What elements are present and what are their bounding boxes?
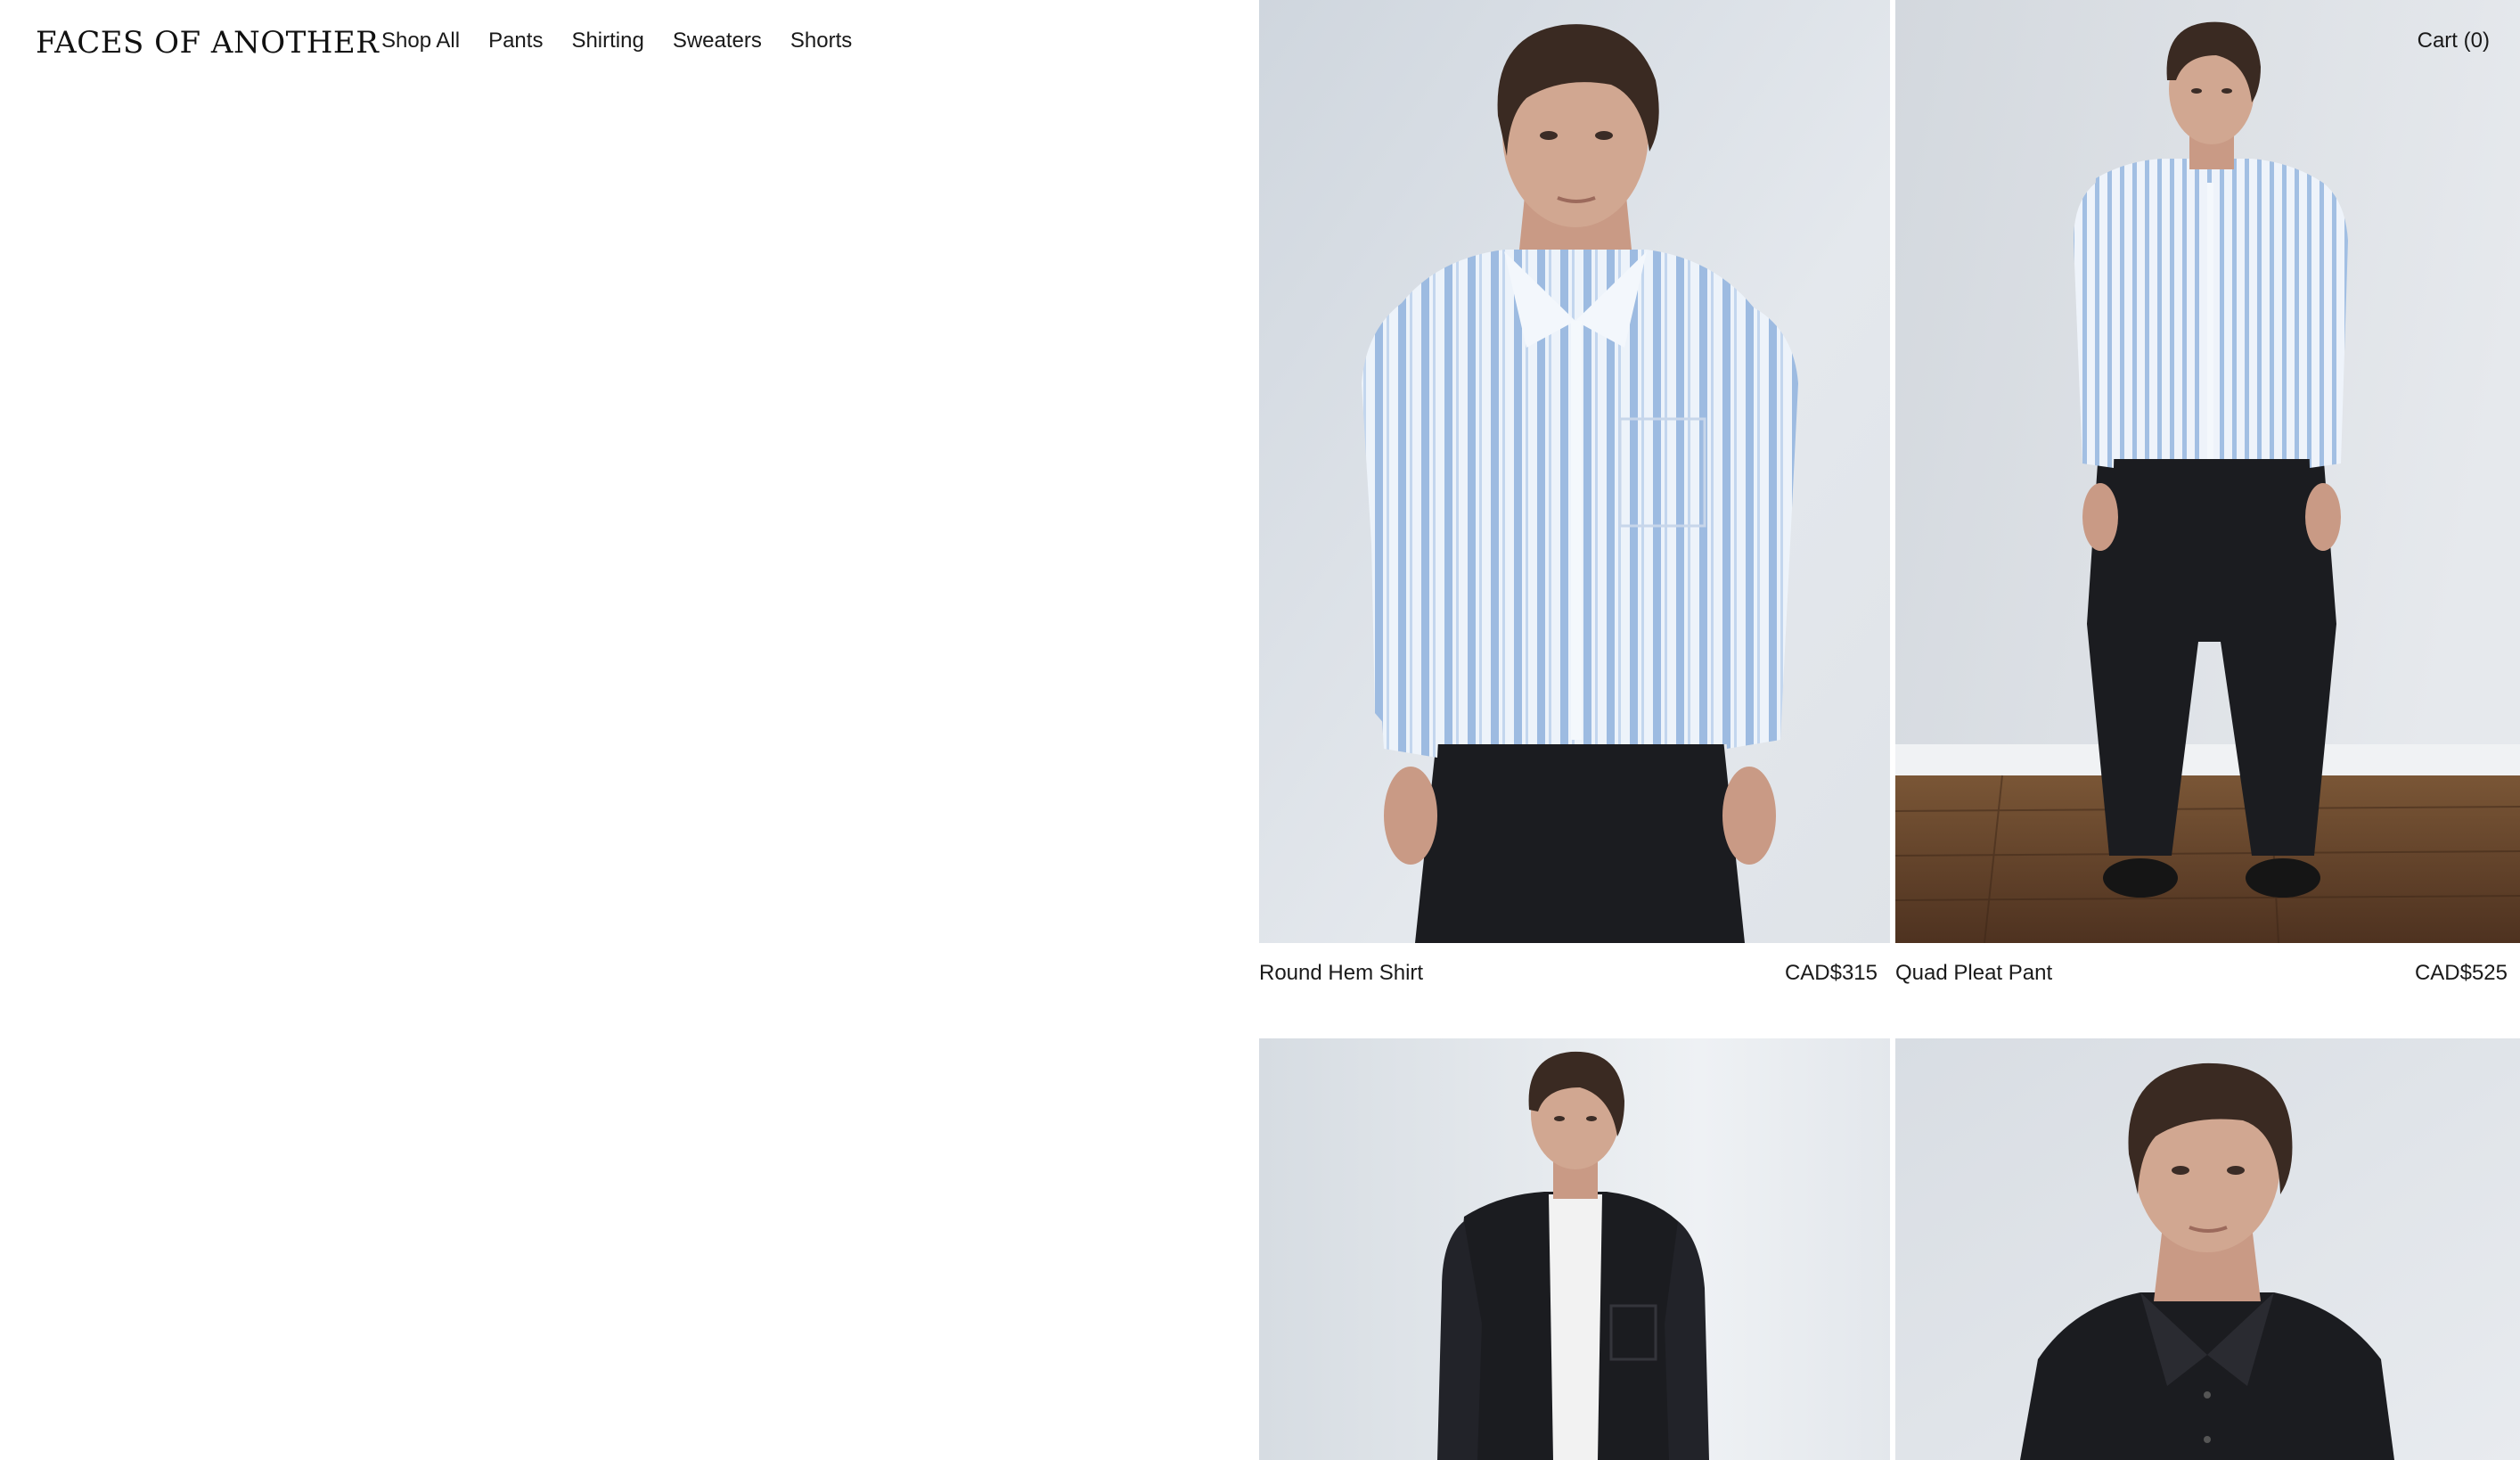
nav-shorts[interactable]: Shorts	[790, 29, 852, 53]
nav-shirting[interactable]: Shirting	[571, 29, 643, 53]
product-card-black-overshirt[interactable]	[1259, 1038, 1890, 1460]
product-card-quad-pleat-pant[interactable]: Quad Pleat Pant CAD$525	[1895, 0, 2520, 998]
product-price: CAD$315	[1784, 961, 1878, 985]
product-card-black-shirt[interactable]	[1895, 1038, 2520, 1460]
nav-pants[interactable]: Pants	[488, 29, 543, 53]
product-card-round-hem-shirt[interactable]: Round Hem Shirt CAD$315	[1259, 0, 1890, 998]
product-price: CAD$525	[2414, 961, 2508, 985]
cart-count: 0	[2464, 29, 2490, 53]
nav-sweaters[interactable]: Sweaters	[673, 29, 762, 53]
product-image[interactable]	[1259, 1038, 1890, 1460]
site-header: FACES OF ANOTHER Shop All Pants Shirting…	[0, 0, 1248, 89]
product-image[interactable]	[1895, 1038, 2520, 1460]
main-nav: Shop All Pants Shirting Sweaters Shorts	[381, 29, 852, 53]
product-image[interactable]	[1259, 0, 1890, 943]
product-name: Quad Pleat Pant	[1895, 961, 2053, 985]
product-image[interactable]	[1895, 0, 2520, 943]
cart-label: Cart	[2417, 29, 2458, 53]
cart-link[interactable]: Cart 0	[2418, 29, 2490, 53]
product-name: Round Hem Shirt	[1259, 961, 1424, 985]
brand-logo[interactable]: FACES OF ANOTHER	[36, 25, 379, 61]
nav-shop-all[interactable]: Shop All	[381, 29, 460, 53]
